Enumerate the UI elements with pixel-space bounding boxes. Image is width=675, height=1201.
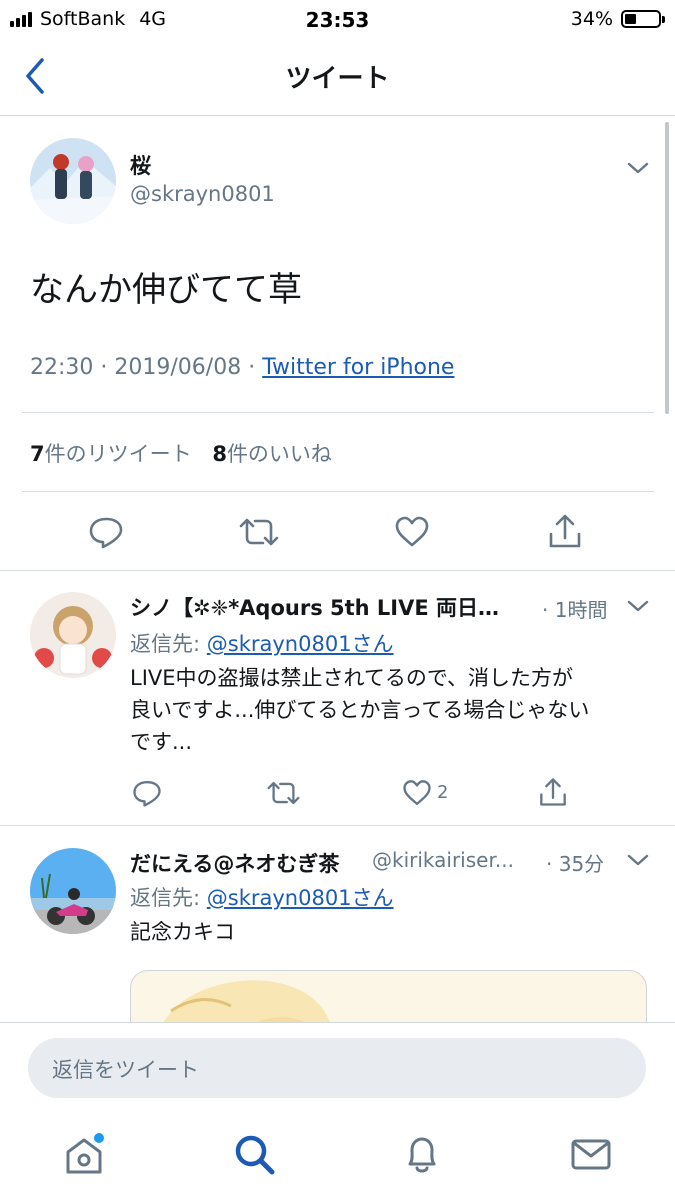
chevron-down-icon[interactable] — [626, 156, 650, 180]
compose-placeholder: 返信をツイート — [52, 1058, 199, 1082]
like-icon[interactable] — [402, 778, 432, 808]
mail-icon[interactable] — [569, 1132, 613, 1176]
reply-author-name[interactable]: シノ【✲❈*Aqours 5th LIVE 両日… — [130, 592, 499, 622]
retweet-icon[interactable] — [267, 778, 300, 808]
meta-separator: · — [100, 355, 108, 380]
home-icon[interactable] — [62, 1132, 106, 1176]
meta-separator: · — [248, 355, 256, 380]
reply-to: 返信先: @skrayn0801さん — [130, 882, 394, 912]
status-right: 34% — [570, 8, 665, 30]
avatar[interactable] — [30, 138, 116, 224]
reply-text: 記念カキコ — [130, 920, 235, 944]
reply-time: · 1時間 — [542, 598, 608, 622]
share-icon[interactable] — [547, 512, 583, 550]
like-icon[interactable] — [394, 514, 430, 550]
reply-icon[interactable] — [132, 778, 162, 808]
reply-author-handle[interactable]: @kirikairiser... — [372, 848, 514, 872]
tweet-stats: 7件のリツイート 8件のいいね — [30, 438, 332, 468]
like-label: 件のいいね — [226, 442, 332, 466]
tweet-actions — [0, 510, 675, 554]
likes-link[interactable]: 8件のいいね — [212, 442, 332, 466]
avatar[interactable] — [30, 848, 116, 934]
reply-text-line: LIVE中の盗撮は禁止されてるので、消した方が — [130, 666, 574, 690]
tweet-time: 22:30 — [30, 355, 94, 380]
retweet-icon[interactable] — [239, 514, 279, 550]
chevron-down-icon[interactable] — [626, 848, 650, 872]
reply-to-link[interactable]: @skrayn0801さん — [207, 632, 394, 656]
reply-text-line: です... — [130, 730, 193, 754]
reply-time: · 35分 — [546, 852, 605, 876]
like-count: 2 — [437, 782, 449, 803]
nav-bar: ツイート — [0, 40, 675, 116]
chevron-down-icon[interactable] — [626, 594, 650, 618]
divider — [22, 491, 654, 492]
search-icon[interactable] — [232, 1132, 276, 1176]
divider — [0, 570, 675, 571]
tweet-meta: 22:30 · 2019/06/08 · Twitter for iPhone — [30, 355, 454, 380]
scrollbar[interactable] — [665, 122, 669, 414]
reply-icon[interactable] — [88, 514, 124, 550]
reply-to-label: 返信先: — [130, 886, 201, 910]
reply-author-name[interactable]: だにえる@ネオむぎ茶 — [130, 848, 339, 878]
battery-icon — [621, 10, 665, 28]
divider — [22, 412, 654, 413]
author-handle[interactable]: @skrayn0801 — [130, 182, 275, 206]
share-icon[interactable] — [538, 776, 568, 808]
bell-icon[interactable] — [400, 1132, 444, 1176]
reply-compose-input[interactable]: 返信をツイート — [28, 1038, 646, 1098]
reply-to-link[interactable]: @skrayn0801さん — [207, 886, 394, 910]
status-bar: SoftBank 4G 23:53 34% — [0, 0, 675, 40]
tweet-date: 2019/06/08 — [114, 355, 242, 380]
reply-actions: 2 — [0, 776, 675, 810]
divider — [0, 825, 675, 826]
tweet-source-link[interactable]: Twitter for iPhone — [262, 355, 454, 380]
retweet-count: 7 — [30, 442, 45, 466]
retweet-label: 件のリツイート — [44, 442, 192, 466]
reply-to: 返信先: @skrayn0801さん — [130, 628, 394, 658]
reply-to-label: 返信先: — [130, 632, 201, 656]
tweet-text: なんか伸びてて草 — [30, 270, 302, 310]
battery-percent: 34% — [570, 8, 613, 30]
retweets-link[interactable]: 7件のリツイート — [30, 442, 192, 466]
avatar[interactable] — [30, 592, 116, 678]
author-name[interactable]: 桜 — [130, 150, 151, 180]
reply-text-line: 良いですよ...伸びてるとか言ってる場合じゃない — [130, 698, 590, 722]
reply-text: LIVE中の盗撮は禁止されてるので、消した方が 良いですよ...伸びてるとか言っ… — [130, 662, 660, 758]
page-title: ツイート — [285, 64, 390, 94]
like-count: 8 — [212, 442, 227, 466]
